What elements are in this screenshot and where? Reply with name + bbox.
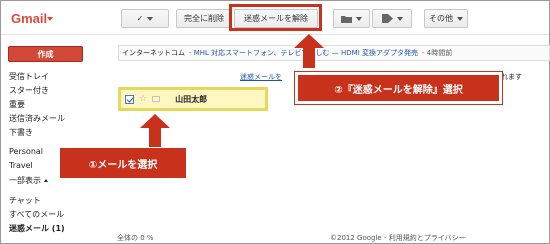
sidebar-item-inbox[interactable]: 受信トレイ [9,71,49,82]
chevron-up-icon [44,179,48,182]
sidebar-item-chats[interactable]: チャット [9,195,41,206]
delete-forever-label: 完全に削除 [184,14,224,23]
web-clip-row[interactable]: インターネットコム - MHL 対応スマートフォン、テレビで楽しむ — HDMI… [118,45,550,61]
sidebar-item-spam[interactable]: 迷惑メール (1) [9,223,65,234]
sidebar-item-sent[interactable]: 送信済みメール [9,113,65,124]
labels-button[interactable] [372,9,412,28]
checkbox-icon: ✓ [136,14,144,23]
footer-copyright[interactable]: ©2012 Google - 利用規約とプライバシー [330,233,466,243]
sidebar-item-important[interactable]: 重要 [9,99,25,110]
importance-marker-icon[interactable] [152,96,161,102]
screenshot-frame [0,0,550,244]
sidebar-item-starred[interactable]: スター付き [9,85,49,96]
sidebar-item-personal[interactable]: Personal [9,147,43,156]
step2-callout: ②『迷惑メールを解除』選択 [294,71,503,105]
sidebar-item-all-mail[interactable]: すべてのメール [9,209,64,220]
label-icon [381,14,393,23]
spam-notice-link[interactable]: 迷惑メールを [240,72,282,82]
mail-row[interactable]: ☆ 山田太郎 [118,87,268,111]
row-checkbox[interactable] [125,94,134,104]
show-less-label: 一部表示 [9,176,41,185]
sidebar-item-travel[interactable]: Travel [9,161,33,170]
step1-arrow-icon [140,114,170,147]
mail-sender: 山田太郎 [175,94,208,104]
more-button[interactable]: その他 [424,9,468,28]
logo-caret-icon[interactable] [47,17,53,21]
sidebar-item-show-less[interactable]: 一部表示 [9,175,48,186]
storage-usage: 全体の 0 % [117,234,154,242]
not-spam-highlight [229,4,322,31]
compose-button[interactable]: 作成 [8,46,83,62]
folder-icon [341,15,352,23]
chevron-down-icon [457,16,463,21]
chevron-down-icon [396,16,403,21]
delete-forever-button[interactable]: 完全に削除 [176,9,232,28]
news-time: - 4時間前 [421,49,453,57]
step2-arrow-icon [294,34,324,68]
chevron-down-icon [356,16,362,21]
more-label: その他 [429,14,453,23]
chevron-down-icon [147,16,154,21]
news-source: インターネットコム [122,49,185,57]
sidebar-item-drafts[interactable]: 下書き [9,127,33,138]
step1-callout: ①メールを選択 [60,148,186,178]
star-icon[interactable]: ☆ [139,94,147,104]
select-all-button[interactable]: ✓ [121,9,169,28]
gmail-logo[interactable]: Gmail [11,11,47,26]
move-to-button[interactable] [333,9,370,28]
